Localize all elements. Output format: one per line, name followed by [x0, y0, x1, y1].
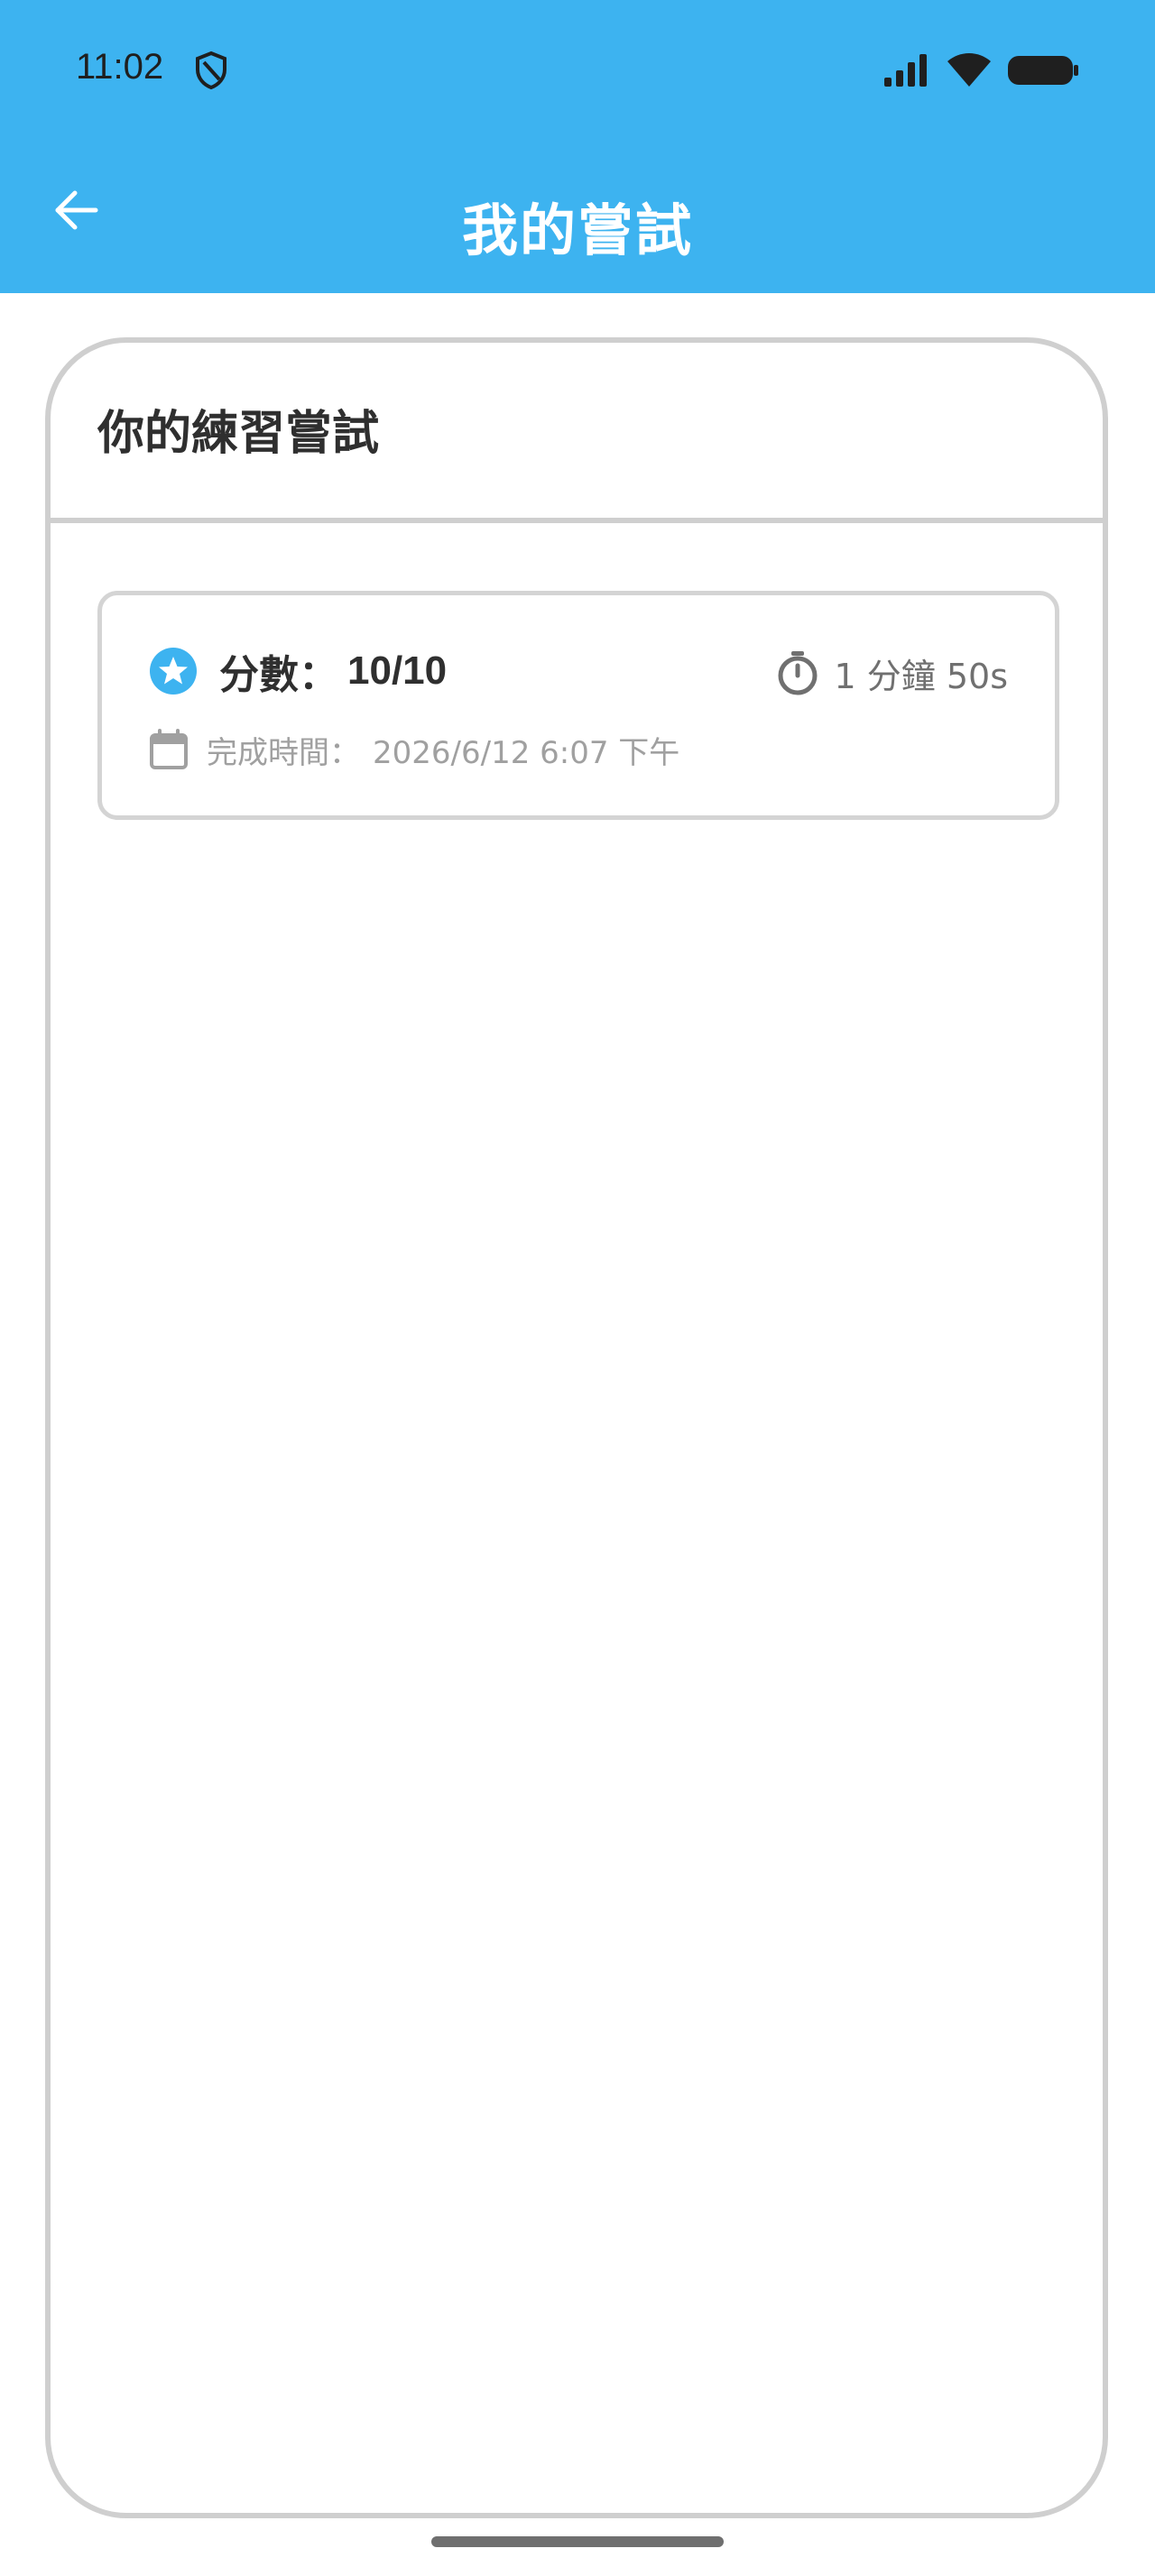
signal-icon — [884, 54, 927, 87]
shield-icon — [196, 51, 226, 90]
app-bar: 我的嘗試 — [0, 140, 1155, 293]
section-title: 你的練習嘗試 — [97, 407, 380, 461]
timer-icon — [778, 651, 817, 695]
completed-value: 2026/6/12 6:07 下午 — [373, 734, 680, 771]
attempts-card: 你的練習嘗試 分數： 10/10 1 分鐘 50s 完成時間： 2026/6/1… — [45, 337, 1108, 2518]
status-time: 11:02 — [76, 47, 164, 87]
score-row: 分數： 10/10 — [149, 644, 447, 698]
score-value: 10/10 — [347, 649, 448, 693]
attempt-item[interactable]: 分數： 10/10 1 分鐘 50s 完成時間： 2026/6/12 6:07 … — [97, 591, 1059, 820]
card-header: 你的練習嘗試 — [51, 343, 1103, 523]
status-bar: 11:02 — [0, 0, 1155, 140]
completed-label: 完成時間： — [207, 734, 360, 771]
duration-row: 1 分鐘 50s — [775, 648, 1009, 698]
star-icon — [150, 648, 197, 695]
duration-text: 1 分鐘 50s — [834, 656, 1009, 696]
wifi-icon — [947, 53, 991, 87]
page-title: 我的嘗試 — [461, 198, 693, 263]
battery-icon — [1008, 56, 1078, 85]
completed-row: 完成時間： 2026/6/12 6:07 下午 — [149, 725, 679, 774]
home-indicator[interactable] — [431, 2536, 724, 2547]
calendar-icon — [150, 729, 188, 769]
score-label: 分數： — [219, 652, 338, 698]
